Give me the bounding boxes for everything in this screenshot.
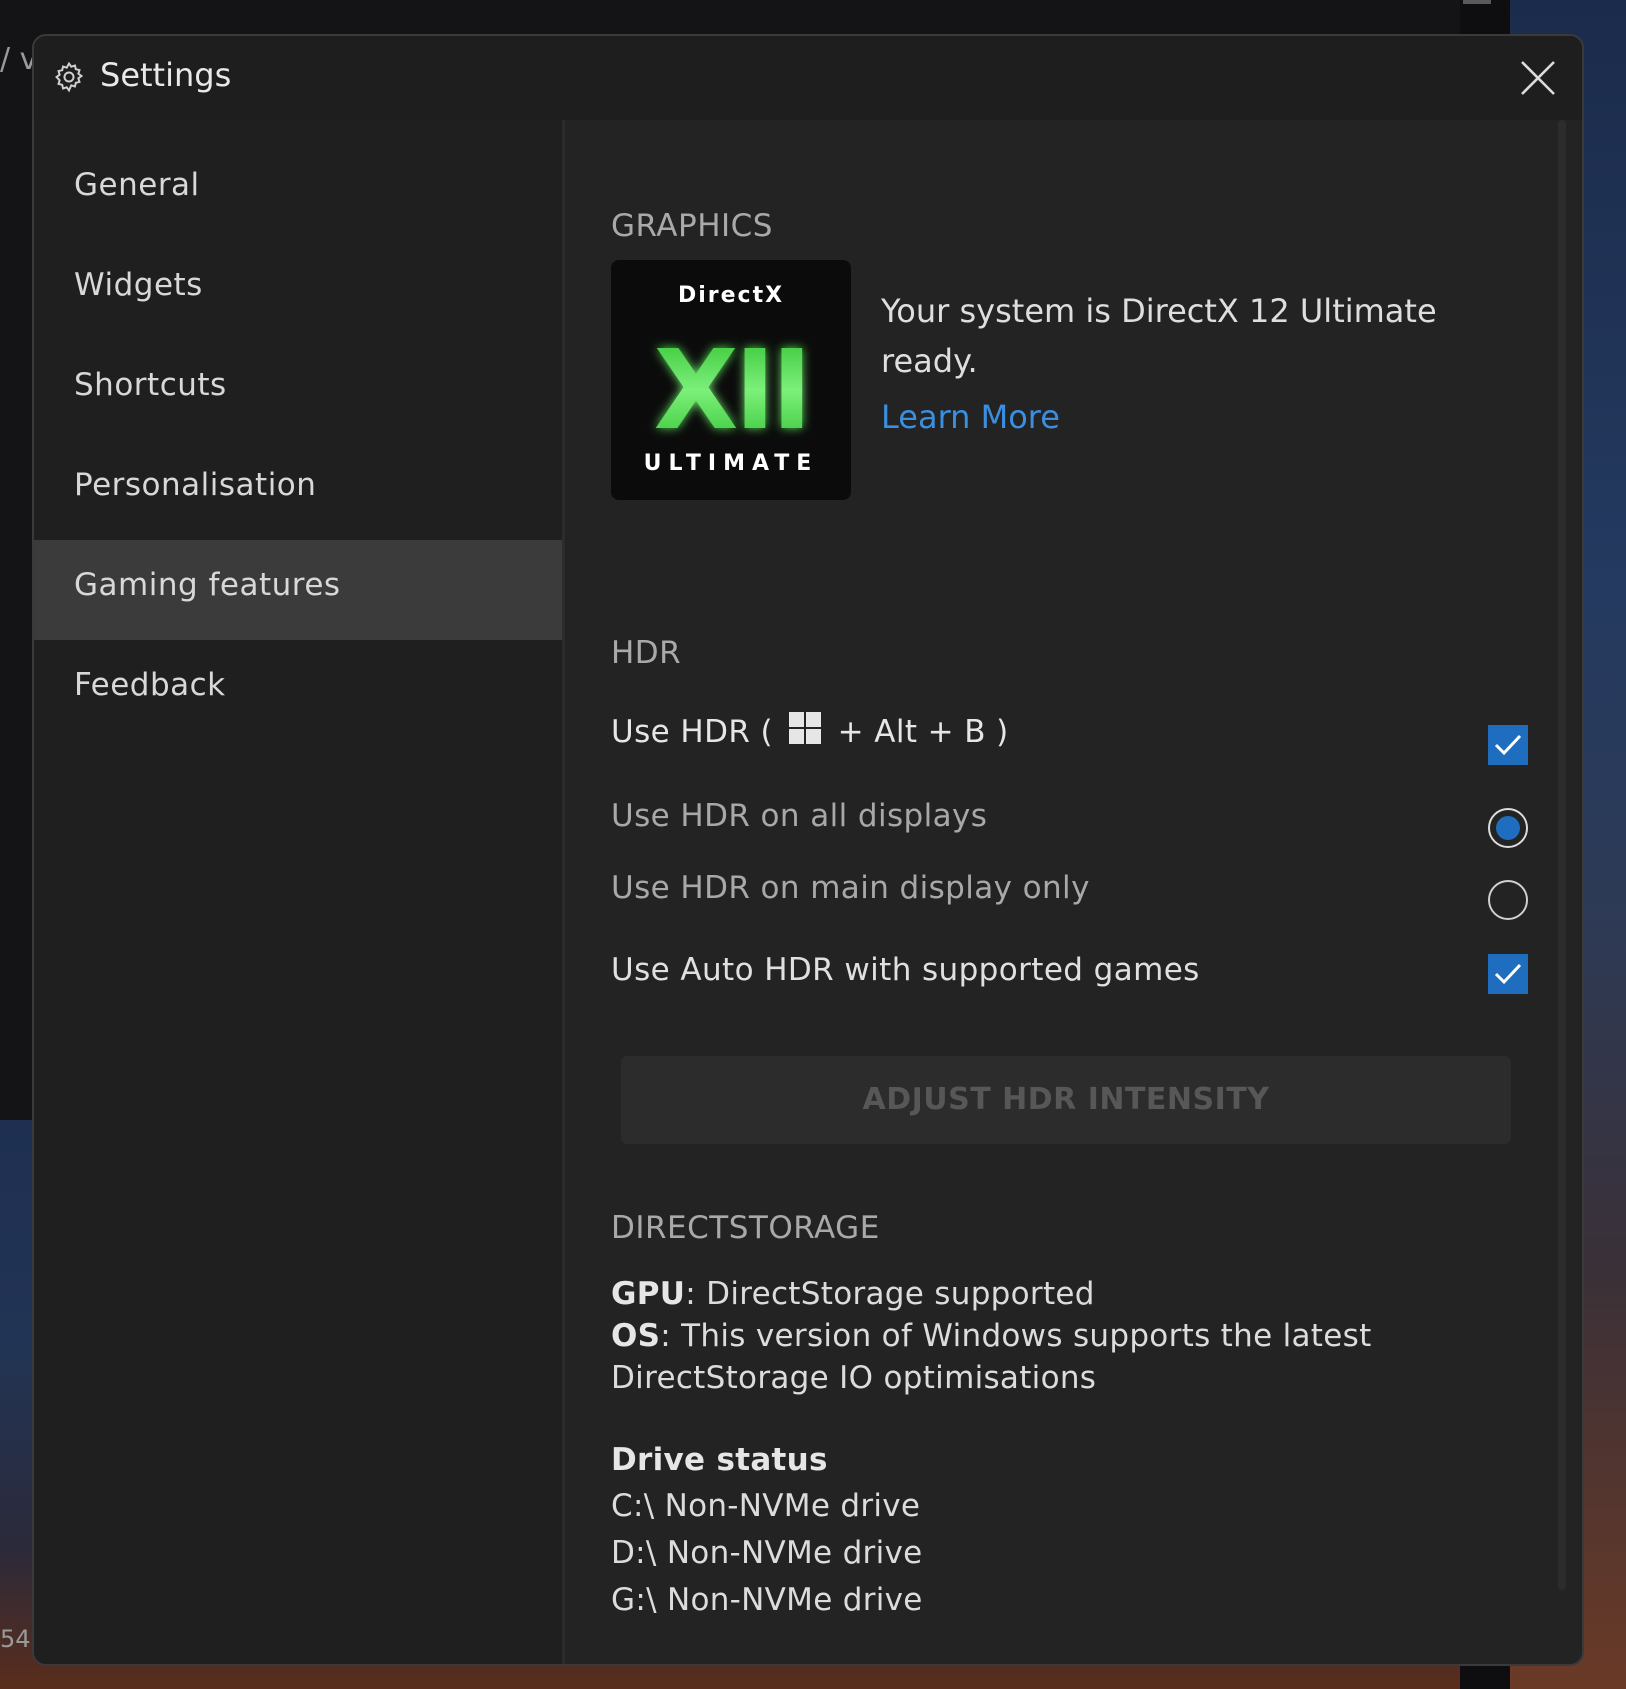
background-number: 54	[0, 1625, 31, 1653]
hdr-main-display-label: Use HDR on main display only	[611, 870, 1090, 906]
sidebar-item-label: General	[74, 167, 200, 203]
hdr-all-displays-radio[interactable]	[1488, 808, 1528, 848]
use-hdr-checkbox[interactable]	[1488, 725, 1528, 765]
sidebar-item-label: Feedback	[74, 667, 226, 703]
directx-12-ultimate-logo: DirectX XII ULTIMATE	[611, 260, 851, 500]
os-value: : This version of Windows supports the l…	[660, 1318, 1372, 1354]
checkmark-icon	[1494, 963, 1522, 985]
logo-bottom-text: ULTIMATE	[644, 451, 819, 476]
graphics-heading: GRAPHICS	[611, 208, 773, 244]
background-scroll-tick	[1463, 0, 1491, 4]
sidebar-item-label: Widgets	[74, 267, 203, 303]
auto-hdr-checkbox[interactable]	[1488, 954, 1528, 994]
gaming-features-panel: GRAPHICS DirectX XII ULTIMATE Your syste…	[565, 120, 1555, 1664]
use-hdr-label-suffix: + Alt + B )	[837, 714, 1009, 750]
sidebar-item-widgets[interactable]: Widgets	[34, 240, 562, 340]
logo-top-text: DirectX	[678, 283, 784, 308]
sidebar-item-label: Shortcuts	[74, 367, 227, 403]
adjust-hdr-intensity-button[interactable]: ADJUST HDR INTENSITY	[621, 1056, 1511, 1144]
use-hdr-label-prefix: Use HDR (	[611, 714, 774, 750]
use-hdr-label: Use HDR ( + Alt + B )	[611, 712, 1009, 750]
directstorage-heading: DIRECTSTORAGE	[611, 1210, 880, 1246]
learn-more-link[interactable]: Learn More	[881, 398, 1060, 436]
close-icon[interactable]	[1516, 56, 1560, 100]
drive-g-status: G:\ Non-NVMe drive	[611, 1582, 923, 1618]
os-status-continued: DirectStorage IO optimisations	[611, 1360, 1097, 1396]
sidebar: General Widgets Shortcuts Personalisatio…	[34, 120, 562, 1664]
hdr-all-displays-label: Use HDR on all displays	[611, 798, 988, 834]
gpu-status: GPU: DirectStorage supported	[611, 1276, 1095, 1312]
title-bar: Settings	[34, 36, 1582, 120]
sidebar-item-gaming-features[interactable]: Gaming features	[34, 540, 562, 640]
os-label: OS	[611, 1318, 661, 1354]
windows-key-icon	[789, 712, 822, 744]
sidebar-item-label: Gaming features	[74, 567, 341, 603]
sidebar-item-label: Personalisation	[74, 467, 317, 503]
drive-status-heading: Drive status	[611, 1442, 828, 1478]
gear-icon	[55, 61, 84, 93]
drive-d-status: D:\ Non-NVMe drive	[611, 1535, 923, 1571]
directx-description: Your system is DirectX 12 Ultimate ready…	[881, 292, 1437, 380]
checkmark-icon	[1494, 734, 1522, 756]
sidebar-item-general[interactable]: General	[34, 140, 562, 240]
settings-dialog: Settings General Widgets Shortcuts Perso…	[32, 34, 1584, 1666]
hdr-main-display-radio[interactable]	[1488, 880, 1528, 920]
gpu-label: GPU	[611, 1276, 686, 1312]
sidebar-item-shortcuts[interactable]: Shortcuts	[34, 340, 562, 440]
directx-logo-graphic: DirectX XII ULTIMATE	[644, 283, 819, 476]
window-title: Settings	[100, 56, 232, 94]
hdr-heading: HDR	[611, 635, 682, 671]
gpu-value: : DirectStorage supported	[685, 1276, 1095, 1312]
sidebar-item-feedback[interactable]: Feedback	[34, 640, 562, 740]
radio-selected-dot	[1496, 816, 1520, 840]
os-status: OS: This version of Windows supports the…	[611, 1318, 1372, 1354]
drive-c-status: C:\ Non-NVMe drive	[611, 1488, 921, 1524]
sidebar-item-personalisation[interactable]: Personalisation	[34, 440, 562, 540]
logo-numeral-text: XII	[654, 326, 809, 454]
content-scrollbar[interactable]	[1558, 120, 1566, 1590]
auto-hdr-label: Use Auto HDR with supported games	[611, 952, 1200, 988]
